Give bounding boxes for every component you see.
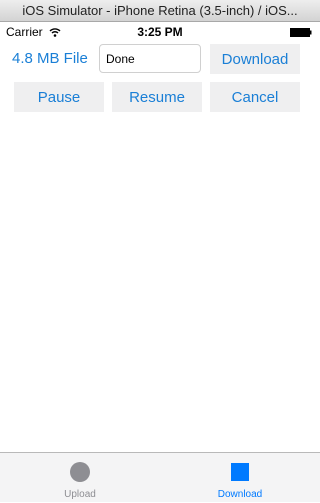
cancel-button[interactable]: Cancel [210,82,300,112]
tab-download-label: Download [217,489,263,500]
resume-button[interactable]: Resume [112,82,202,112]
download-button[interactable]: Download [210,44,300,74]
tab-upload-label: Upload [64,489,96,500]
square-icon [231,463,249,481]
file-size-label: 4.8 MB File [12,50,88,67]
simulator-titlebar: iOS Simulator - iPhone Retina (3.5-inch)… [0,0,320,22]
window-title: iOS Simulator - iPhone Retina (3.5-inch)… [22,3,298,18]
tab-bar: Upload Download [0,452,320,502]
tab-download[interactable]: Download [160,453,320,503]
circle-icon [70,462,90,482]
pause-button[interactable]: Pause [14,82,104,112]
battery-icon [290,28,312,37]
transfer-status-field[interactable] [99,44,201,73]
status-bar: Carrier 3:25 PM [0,22,320,42]
status-time: 3:25 PM [137,25,183,39]
tab-upload[interactable]: Upload [0,453,160,503]
